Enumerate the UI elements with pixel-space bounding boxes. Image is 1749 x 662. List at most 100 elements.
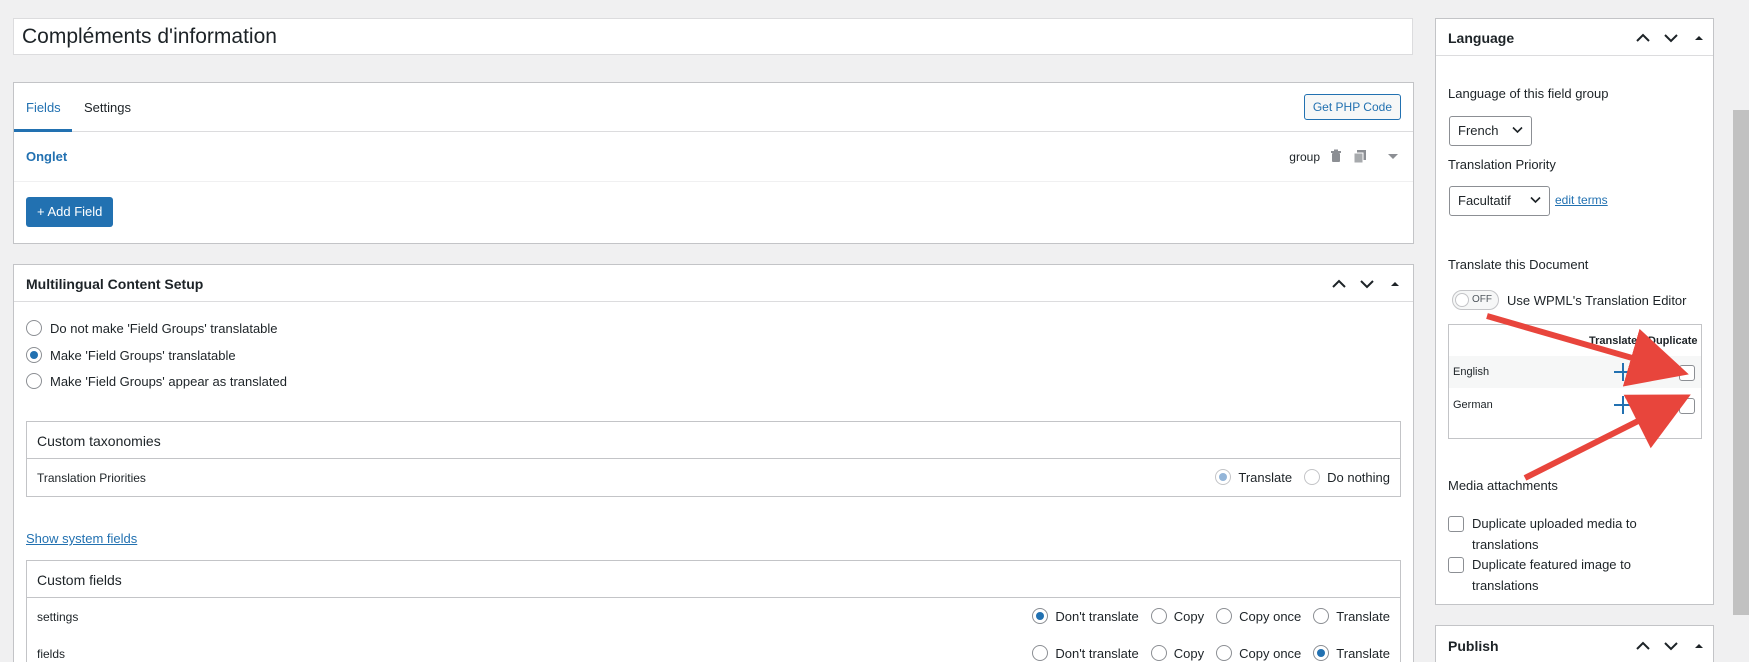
edit-terms-link[interactable]: edit terms [1555, 193, 1608, 207]
duplicate-featured-checkbox[interactable] [1448, 557, 1464, 573]
language-postbox: Language Language of this field group Fr… [1435, 18, 1714, 605]
option-dont-translate[interactable]: Don't translate [1032, 645, 1139, 661]
option-copy[interactable]: Copy [1150, 645, 1204, 661]
plus-icon[interactable] [1614, 363, 1632, 381]
option-dont-translate[interactable]: Don't translate [1032, 608, 1139, 624]
field-row[interactable]: Onglet group [14, 132, 1413, 182]
radio-copy-once[interactable] [1216, 645, 1233, 661]
table-row: English [1449, 356, 1701, 388]
get-php-code-button[interactable]: Get PHP Code [1303, 94, 1401, 120]
taxonomy-options: Translate Do nothing [1209, 469, 1390, 485]
duplicate-media-checkbox[interactable] [1448, 516, 1464, 532]
language-title: Language [1448, 30, 1515, 46]
radio-copy-once[interactable] [1216, 608, 1233, 624]
collapse-icon[interactable] [1689, 28, 1709, 48]
toggle-knob [1455, 293, 1469, 307]
radio-translate[interactable] [1313, 608, 1330, 624]
option-label: Translate [1336, 645, 1390, 661]
toggle-state: OFF [1472, 294, 1492, 305]
option-label: Copy once [1239, 608, 1302, 624]
trash-icon[interactable] [1328, 148, 1344, 164]
radio-not-translatable[interactable] [26, 320, 42, 336]
custom-field-options: Don't translate Copy Copy once Translate [1026, 645, 1390, 661]
translation-priority-label: Translation Priority [1448, 157, 1556, 172]
option-translate[interactable]: Translate [1313, 608, 1390, 624]
option-not-translatable[interactable]: Do not make 'Field Groups' translatable [26, 320, 278, 336]
option-translatable[interactable]: Make 'Field Groups' translatable [26, 347, 236, 363]
duplicate-checkbox[interactable] [1679, 365, 1695, 381]
tab-settings[interactable]: Settings [84, 100, 131, 115]
radio-copy[interactable] [1150, 645, 1167, 661]
custom-fields-header: Custom fields [27, 561, 1400, 598]
translate-document-label: Translate this Document [1448, 257, 1589, 272]
tab-fields[interactable]: Fields [26, 100, 61, 115]
move-up-icon[interactable] [1329, 274, 1349, 294]
postbox-controls [1329, 274, 1405, 294]
option-copy-once[interactable]: Copy once [1216, 608, 1301, 624]
taxonomy-label: Translation Priorities [37, 471, 146, 485]
table-row: Translation Priorities Translate Do noth… [27, 459, 1400, 496]
radio-dont-translate[interactable] [1032, 608, 1049, 624]
language-of-field-group-label: Language of this field group [1448, 86, 1609, 101]
option-label: Translate [1238, 469, 1293, 485]
translation-editor-label: Use WPML's Translation Editor [1507, 293, 1687, 308]
collapse-icon[interactable] [1689, 636, 1709, 656]
field-label[interactable]: Onglet [26, 149, 67, 164]
option-label: Duplicate uploaded media to translations [1472, 516, 1637, 552]
publish-title: Publish [1448, 638, 1499, 654]
collapse-icon[interactable] [1385, 274, 1405, 294]
option-label: Don't translate [1055, 608, 1139, 624]
duplicate-media-option[interactable]: Duplicate uploaded media to translations [1448, 513, 1698, 555]
plus-icon[interactable] [1614, 396, 1632, 414]
language-name: German [1453, 399, 1493, 411]
chevron-down-icon [1512, 126, 1523, 134]
radio-translatable[interactable] [26, 347, 42, 363]
option-copy-once[interactable]: Copy once [1216, 645, 1301, 661]
translation-priority-select[interactable]: Facultatif [1449, 186, 1550, 216]
show-system-fields-link[interactable]: Show system fields [26, 531, 137, 546]
move-down-icon[interactable] [1661, 28, 1681, 48]
move-up-icon[interactable] [1633, 636, 1653, 656]
radio-appear-translated[interactable] [26, 373, 42, 389]
option-translate[interactable]: Translate [1313, 645, 1390, 661]
duplicate-icon[interactable] [1352, 148, 1368, 164]
option-copy[interactable]: Copy [1150, 608, 1204, 624]
multilingual-title: Multilingual Content Setup [26, 276, 204, 292]
radio-translate[interactable] [1313, 645, 1330, 661]
table-row: German [1449, 389, 1701, 421]
title-input[interactable]: Compléments d'information [13, 18, 1413, 55]
move-up-icon[interactable] [1633, 28, 1653, 48]
fields-postbox: Fields Settings Get PHP Code Onglet grou… [13, 82, 1414, 244]
add-field-button[interactable]: + Add Field [26, 197, 114, 227]
multilingual-postbox: Multilingual Content Setup Do not make '… [13, 264, 1414, 662]
custom-fields-table: Custom fields settings Don't translate C… [26, 560, 1401, 662]
language-header: Language [1436, 19, 1713, 56]
option-appear-translated[interactable]: Make 'Field Groups' appear as translated [26, 373, 287, 389]
scrollbar-thumb[interactable] [1733, 110, 1749, 615]
chevron-down-icon [1530, 196, 1541, 204]
radio-dont-translate[interactable] [1032, 645, 1049, 661]
option-label: Don't translate [1055, 645, 1139, 661]
duplicate-checkbox[interactable] [1679, 398, 1695, 414]
language-select[interactable]: French [1449, 116, 1532, 146]
translation-editor-toggle[interactable]: OFF [1452, 290, 1499, 310]
table-row: settings Don't translate Copy Copy once … [27, 598, 1400, 635]
custom-taxonomies-table: Custom taxonomies Translation Priorities… [26, 421, 1401, 497]
radio-do-nothing[interactable] [1304, 469, 1321, 485]
field-type: group [1289, 150, 1320, 164]
radio-translate[interactable] [1215, 469, 1232, 485]
option-label: Do nothing [1327, 469, 1390, 485]
duplicate-featured-option[interactable]: Duplicate featured image to translations [1448, 554, 1698, 596]
option-label: Translate [1336, 608, 1390, 624]
postbox-controls [1633, 636, 1709, 656]
option-label: Copy once [1239, 645, 1302, 661]
custom-taxonomies-header: Custom taxonomies [27, 422, 1400, 459]
move-down-icon[interactable] [1661, 636, 1681, 656]
option-do-nothing[interactable]: Do nothing [1304, 469, 1390, 485]
move-down-icon[interactable] [1357, 274, 1377, 294]
option-translate[interactable]: Translate [1215, 469, 1292, 485]
collapse-toggle-icon[interactable] [1385, 148, 1401, 164]
postbox-controls [1633, 28, 1709, 48]
radio-copy[interactable] [1150, 608, 1167, 624]
media-attachments-label: Media attachments [1448, 478, 1558, 493]
